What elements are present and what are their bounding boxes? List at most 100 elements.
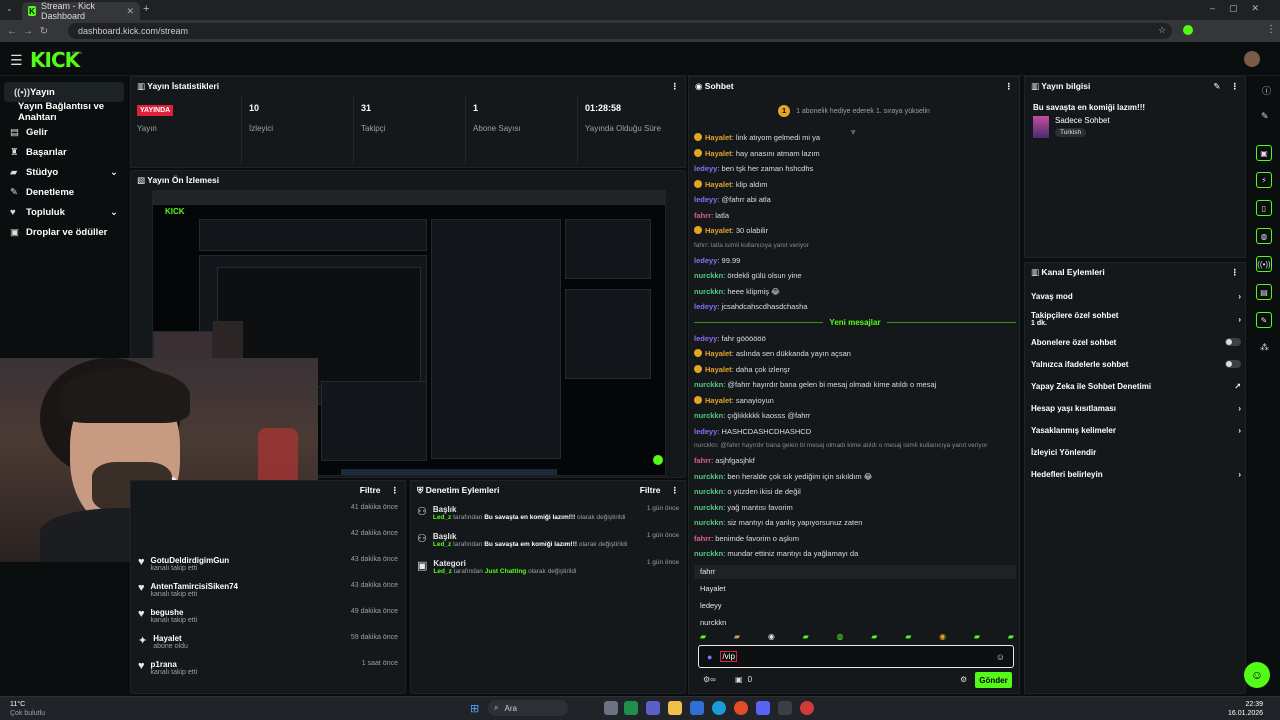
chat-username[interactable]: nurckkn bbox=[694, 472, 723, 481]
chat-message[interactable]: ledeyy: @fahrr abi atla bbox=[694, 192, 1016, 208]
windows-start-icon[interactable]: ⊞ bbox=[470, 702, 479, 715]
chat-message[interactable]: ledeyy: jcsahdcahscdhasdchasha bbox=[694, 299, 1016, 315]
emote-icon[interactable]: ▰ bbox=[734, 632, 740, 642]
extension-icon[interactable] bbox=[1183, 25, 1193, 35]
chat-message[interactable]: nurckkn: yağ mantısı favorim bbox=[694, 500, 1016, 516]
chat-input[interactable]: ● /vip ☺ bbox=[698, 645, 1014, 668]
chat-message[interactable]: nurckkn: siz mantıyı da yanlış yapıyorsu… bbox=[694, 515, 1016, 531]
gift-banner[interactable]: 1 1 abonelik hediye ederek 1. sıraya yük… bbox=[689, 95, 1019, 127]
edge-icon[interactable] bbox=[712, 701, 726, 715]
app-icon[interactable] bbox=[624, 701, 638, 715]
rail-mobile-icon[interactable]: ▯ bbox=[1256, 200, 1272, 216]
chat-username[interactable]: fahrr bbox=[694, 456, 711, 465]
chat-username[interactable]: fahrr bbox=[694, 211, 711, 220]
chat-username[interactable]: ledeyy bbox=[694, 164, 717, 173]
emote-icon[interactable]: ◍ bbox=[837, 632, 844, 642]
suggestion-item[interactable]: ledeyy bbox=[694, 596, 1016, 613]
rail-bolt-icon[interactable]: ⚡ bbox=[1256, 172, 1272, 188]
taskview-icon[interactable] bbox=[604, 701, 618, 715]
action-goals[interactable]: Hedefleri belirleyin › bbox=[1025, 463, 1245, 485]
chat-message[interactable]: Hayalet: hay anasını atmam lazım bbox=[694, 146, 1016, 162]
chat-message[interactable]: Hayalet: klip aldım bbox=[694, 177, 1016, 193]
chat-message[interactable]: nurckkn: o yüzden ikisi de değil bbox=[694, 484, 1016, 500]
clock[interactable]: 22:39 16.01.2026 bbox=[1228, 700, 1263, 718]
emote-icon[interactable]: ▰ bbox=[905, 632, 911, 642]
suggestion-item[interactable]: fahrr bbox=[694, 565, 1016, 579]
reload-icon[interactable]: ↻ bbox=[36, 26, 52, 37]
filter-button[interactable]: Filtre bbox=[640, 485, 661, 496]
new-tab-icon[interactable]: + bbox=[143, 3, 149, 15]
more-icon[interactable]: ⋮ bbox=[391, 485, 400, 496]
sidebar-item-denetleme[interactable]: ✎ Denetleme bbox=[0, 182, 128, 202]
more-icon[interactable]: ⋮ bbox=[671, 485, 680, 496]
chat-username[interactable]: Hayalet bbox=[705, 396, 732, 405]
chat-username[interactable]: ledeyy bbox=[694, 302, 717, 311]
avatar[interactable] bbox=[1244, 51, 1260, 67]
rail-stats-icon[interactable]: ▣ bbox=[1256, 145, 1272, 161]
suggestion-item[interactable]: Hayalet bbox=[694, 579, 1016, 596]
emote-icon[interactable]: ▰ bbox=[871, 632, 877, 642]
discord-icon[interactable] bbox=[756, 701, 770, 715]
action-emote-only[interactable]: Yalnızca ifadelerle sohbet bbox=[1025, 353, 1245, 375]
teams-icon[interactable] bbox=[646, 701, 660, 715]
app-icon[interactable] bbox=[800, 701, 814, 715]
rail-more-icon[interactable]: ⁂ bbox=[1260, 342, 1269, 353]
weather-widget[interactable]: 11°C Çok bulutlu bbox=[10, 700, 45, 718]
chat-message[interactable]: ledeyy: HASHCDASHCDHASHCD bbox=[694, 424, 1016, 440]
chat-username[interactable]: fahrr bbox=[694, 534, 711, 543]
filter-button[interactable]: Filtre bbox=[360, 485, 381, 495]
sidebar-item-gelir[interactable]: ▤ Gelir bbox=[0, 122, 128, 142]
chat-message[interactable]: nurckkn: ben heralde çok sık yediğim içi… bbox=[694, 469, 1016, 485]
explorer-icon[interactable] bbox=[668, 701, 682, 715]
rail-broadcast-icon[interactable]: ((•)) bbox=[1256, 256, 1272, 272]
chat-message[interactable]: Hayalet: daha çok izlenşr bbox=[694, 362, 1016, 378]
chat-username[interactable]: ledeyy bbox=[694, 256, 717, 265]
subscribers-only-toggle[interactable] bbox=[1225, 338, 1241, 346]
edit-icon[interactable]: ✎ bbox=[1213, 81, 1220, 92]
chat-message[interactable]: Hayalet: link atıyom gelmedi mi ya bbox=[694, 130, 1016, 146]
suggestion-item[interactable]: nurckkn bbox=[694, 613, 1016, 630]
emote-only-toggle[interactable] bbox=[1225, 360, 1241, 368]
chat-username[interactable]: ledeyy bbox=[694, 334, 717, 343]
chat-username[interactable]: ledeyy bbox=[694, 427, 717, 436]
action-followers-only[interactable]: Takipçilere özel sohbet 1 dk. › bbox=[1025, 307, 1245, 331]
url-bar[interactable]: dashboard.kick.com/stream bbox=[68, 23, 1172, 39]
info-circle-icon[interactable]: ⓘ bbox=[1262, 84, 1271, 97]
chat-message[interactable]: Hayalet: aslında sen dükkanda yayın açsa… bbox=[694, 346, 1016, 362]
chat-message[interactable]: nurckkn: heee klipmiş 😂 bbox=[694, 284, 1016, 300]
window-controls[interactable]: –▢✕ bbox=[1210, 3, 1273, 14]
bookmark-star-icon[interactable]: ☆ bbox=[1158, 25, 1166, 36]
chat-username[interactable]: nurckkn bbox=[694, 487, 723, 496]
obs-icon[interactable] bbox=[778, 701, 792, 715]
help-chat-icon[interactable]: ☺ bbox=[1244, 662, 1270, 688]
chat-username[interactable]: nurckkn bbox=[694, 380, 723, 389]
tab-menu-icon[interactable]: ⌄ bbox=[6, 4, 13, 13]
sidebar-item-yayin[interactable]: ((•))Yayın bbox=[4, 82, 124, 102]
sidebar-item-basarilar[interactable]: ♜ Başarılar bbox=[0, 142, 128, 162]
chrome-icon[interactable] bbox=[734, 701, 748, 715]
chat-username[interactable]: Hayalet bbox=[705, 226, 732, 235]
action-subscribers-only[interactable]: Abonelere özel sohbet bbox=[1025, 331, 1245, 353]
rail-layout-icon[interactable]: ▤ bbox=[1256, 284, 1272, 300]
chat-message[interactable]: nurckkn: @fahrr hayırdır bana gelen bi m… bbox=[694, 377, 1016, 393]
emote-icon[interactable]: ◉ bbox=[939, 632, 946, 642]
chat-message[interactable]: fahrr: benimde favorim o aşkım bbox=[694, 531, 1016, 547]
menu-icon[interactable]: ☰ bbox=[10, 52, 23, 69]
more-icon[interactable]: ⋮ bbox=[1231, 81, 1240, 92]
chat-settings-icon[interactable]: ⚙ bbox=[960, 675, 967, 684]
back-icon[interactable]: ← bbox=[4, 26, 20, 37]
sidebar-item-topluluk[interactable]: ♥ Topluluk ⌄ bbox=[0, 202, 128, 222]
action-ai-moderation[interactable]: Yapay Zeka ile Sohbet Denetimi ↗ bbox=[1025, 375, 1245, 397]
chat-tools-icon[interactable]: ⚙∞ bbox=[703, 675, 716, 684]
chat-message[interactable]: nurckkn: çığlıkkkkk kaosss @fahrr bbox=[694, 408, 1016, 424]
emote-icon[interactable]: ▰ bbox=[803, 632, 809, 642]
chat-username[interactable]: nurckkn bbox=[694, 549, 723, 558]
emote-icon[interactable]: ▰ bbox=[974, 632, 980, 642]
sidebar-item-droplar[interactable]: ▣ Droplar ve ödüller bbox=[0, 222, 128, 242]
action-slow-mode[interactable]: Yavaş mod › bbox=[1025, 285, 1245, 307]
rail-wrench-icon[interactable]: ✎ bbox=[1256, 312, 1272, 328]
emote-icon[interactable]: ▰ bbox=[700, 632, 706, 642]
chat-message[interactable]: Hayalet: 30 olabilir bbox=[694, 223, 1016, 239]
chat-message[interactable]: nurckkn: ördekli gülü olsun yine bbox=[694, 268, 1016, 284]
send-button[interactable]: Gönder bbox=[975, 672, 1012, 688]
